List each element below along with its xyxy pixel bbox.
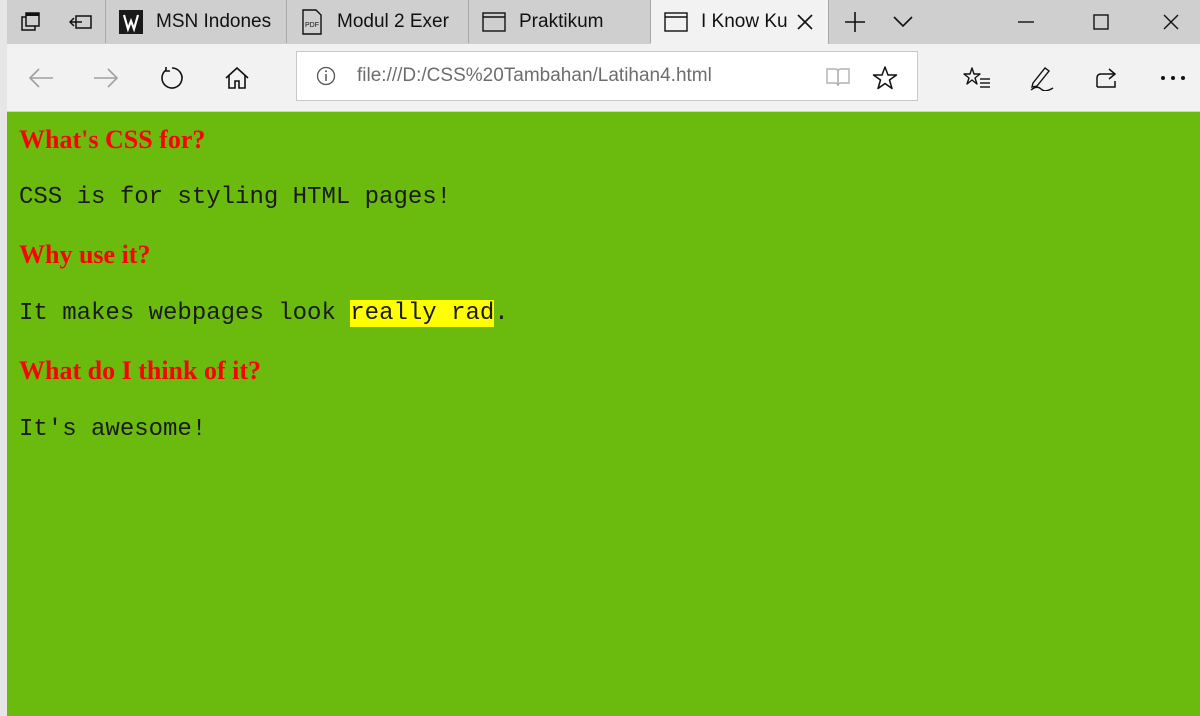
highlighted-text: really rad bbox=[350, 300, 495, 327]
heading-think: What do I think of it? bbox=[19, 356, 261, 385]
home-icon[interactable] bbox=[215, 56, 259, 100]
paragraph-text: It makes webpages look bbox=[19, 300, 351, 327]
page-content: What's CSS for? CSS is for styling HTML … bbox=[7, 112, 1200, 716]
paragraph-text: . bbox=[494, 300, 509, 327]
tab-set-aside-icon[interactable] bbox=[7, 0, 55, 44]
back-arrow-icon[interactable] bbox=[19, 56, 63, 100]
tab-strip: MSN Indones PDF Modul 2 Exer Praktikum I… bbox=[7, 0, 1200, 44]
tab-label: Praktikum bbox=[519, 10, 604, 32]
minimize-icon[interactable] bbox=[992, 0, 1060, 44]
refresh-icon[interactable] bbox=[150, 56, 194, 100]
close-icon[interactable] bbox=[794, 11, 816, 33]
heading-why-use: Why use it? bbox=[19, 240, 151, 269]
new-tab-icon[interactable] bbox=[831, 0, 879, 44]
maximize-icon[interactable] bbox=[1067, 0, 1135, 44]
more-menu-icon[interactable] bbox=[1151, 56, 1195, 100]
tab-label: Modul 2 Exer bbox=[337, 10, 449, 32]
tab-label: I Know Ku bbox=[701, 11, 788, 32]
window-close-icon[interactable] bbox=[1137, 0, 1200, 44]
address-bar[interactable]: file:///D:/CSS%20Tambahan/Latihan4.html bbox=[296, 51, 918, 101]
msn-icon bbox=[118, 9, 144, 35]
page-icon bbox=[481, 9, 507, 35]
info-icon[interactable] bbox=[315, 65, 337, 87]
favorites-list-icon[interactable] bbox=[955, 56, 999, 100]
paragraph-why-use: It makes webpages look really rad. bbox=[19, 300, 509, 327]
page-icon bbox=[663, 9, 689, 35]
reading-view-icon[interactable] bbox=[825, 64, 851, 90]
paragraph-css-purpose: CSS is for styling HTML pages! bbox=[19, 184, 452, 211]
pen-notes-icon[interactable] bbox=[1020, 56, 1064, 100]
paragraph-opinion: It's awesome! bbox=[19, 416, 207, 443]
chevron-down-icon[interactable] bbox=[879, 0, 927, 44]
url-text[interactable]: file:///D:/CSS%20Tambahan/Latihan4.html bbox=[357, 65, 712, 87]
tab-i-know[interactable]: I Know Ku bbox=[651, 0, 829, 44]
favorite-star-icon[interactable] bbox=[871, 64, 899, 92]
forward-arrow-icon[interactable] bbox=[84, 56, 128, 100]
pdf-icon: PDF bbox=[299, 8, 325, 35]
svg-text:PDF: PDF bbox=[305, 22, 319, 29]
tab-modul[interactable]: PDF Modul 2 Exer bbox=[287, 0, 469, 43]
tab-praktikum[interactable]: Praktikum bbox=[469, 0, 651, 43]
navigation-bar: file:///D:/CSS%20Tambahan/Latihan4.html bbox=[7, 44, 1200, 112]
tab-msn[interactable]: MSN Indones bbox=[105, 0, 287, 43]
share-icon[interactable] bbox=[1085, 56, 1129, 100]
tabs-aside-icon[interactable] bbox=[57, 0, 105, 44]
tab-label: MSN Indones bbox=[156, 10, 272, 32]
heading-whats-css: What's CSS for? bbox=[19, 125, 206, 154]
